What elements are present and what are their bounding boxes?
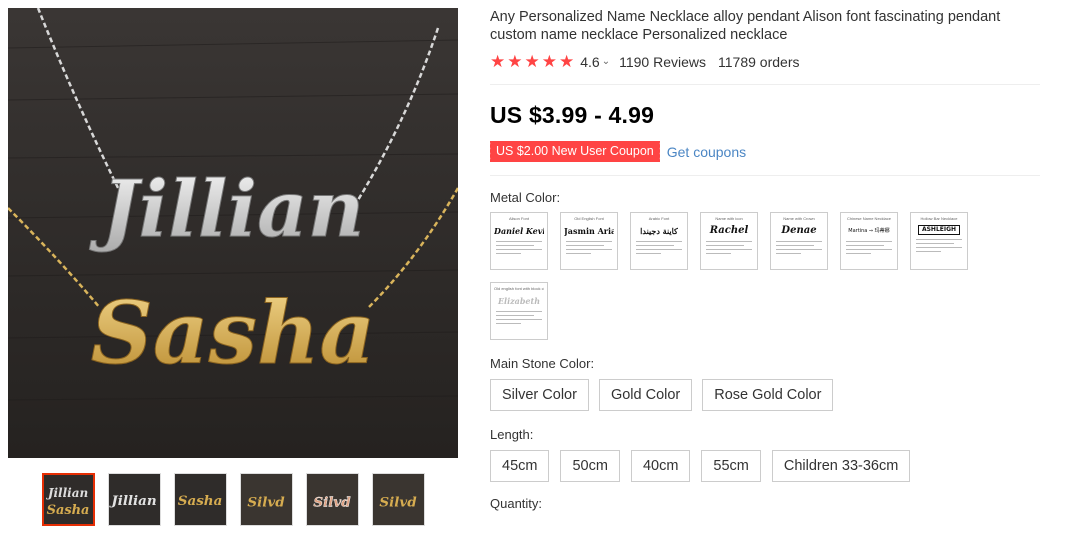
reviews-link[interactable]: 1190 Reviews [619,54,706,70]
thumb-text: Jillian [46,486,88,500]
swatch-heading: Hollow Bar Necklace [920,216,958,221]
swatch-sample-name: Daniel Kevin [494,226,544,236]
swatch-heading: Old English Font [574,216,604,221]
metal-option-old-english-font[interactable]: Old English Font Jasmin Ariana [560,212,618,270]
metal-option-block-chain[interactable]: Old english font with block chain Elizab… [490,282,548,340]
thumbnail-strip: Jillian Sasha Jillian Sasha Silvd Silvd … [42,473,425,526]
metal-color-label: Metal Color: [490,190,561,205]
swatch-heading: Chinese Name Necklace [846,216,892,221]
orders-count: 11789 orders [718,53,800,70]
swatch-heading: Arabic Font [648,216,670,221]
length-option-children[interactable]: Children 33-36cm [771,450,911,482]
thumbnail-4[interactable]: Silvd [240,473,293,526]
thumb-text: Sasha [47,503,90,518]
product-title: Any Personalized Name Necklace alloy pen… [490,9,1001,43]
metal-option-name-with-crown[interactable]: Name with Crown Denae [770,212,828,270]
swatch-heading: Name with icon [715,216,743,221]
rating-row: ★ ★ ★ ★ ★ 4.6 ⌄ 1190 Reviews 11789 order… [490,53,1045,70]
thumb-text: Jillian [109,493,157,509]
swatch-notes [564,241,614,254]
product-info: Any Personalized Name Necklace alloy pen… [488,8,1045,511]
chevron-down-icon[interactable]: ⌄ [602,56,610,67]
swatch-sample-name: Elizabeth [497,296,541,306]
coupon-row: US $2.00 New User Coupon Get coupons [488,141,1045,162]
swatch-sample-name: Jasmin Ariana [564,226,614,236]
star-icon: ★ [559,52,575,71]
swatch-notes [844,241,894,254]
swatch-notes [914,239,964,252]
price-range: US $3.99 - 4.99 [490,102,655,128]
swatch-sample-name: Rachel [709,225,749,236]
thumbnail-5[interactable]: Silvd [306,473,359,526]
new-user-coupon-badge[interactable]: US $2.00 New User Coupon [488,141,662,162]
pendant-name-1: Jillian [89,164,365,255]
swatch-sample-name: ASHLEIGH [918,225,960,235]
length-label: Length: [490,427,534,442]
metal-option-alison-font[interactable]: Alison Font Daniel Kevin [490,212,548,270]
metal-option-hollow-bar[interactable]: Hollow Bar Necklace ASHLEIGH [910,212,968,270]
thumbnail-6[interactable]: Silvd [372,473,425,526]
swatch-heading: Alison Font [508,216,529,221]
metal-option-name-with-icon[interactable]: Name with icon Rachel [700,212,758,270]
thumbnail-3[interactable]: Sasha [174,473,227,526]
thumbnail-2[interactable]: Jillian [108,473,161,526]
divider [490,84,1040,85]
star-icon: ★ [490,52,506,71]
length-option-45cm[interactable]: 45cm [490,450,550,482]
get-coupons-link[interactable]: Get coupons [667,144,746,160]
rating-stars[interactable]: ★ ★ ★ ★ ★ [490,53,574,70]
metal-option-chinese-name[interactable]: Chinese Name Necklace Martina ⇒ 玛蒂娜 [840,212,898,270]
thumb-text: Silvd [313,495,351,511]
rating-score[interactable]: 4.6 [580,54,599,70]
swatch-notes [774,241,824,254]
divider [490,175,1040,176]
swatch-notes [704,241,754,254]
main-product-image[interactable]: Jillian Sasha [8,8,458,458]
swatch-sample-name: Denae [781,225,817,236]
swatch-notes [494,241,544,254]
stone-option-gold[interactable]: Gold Color [598,379,693,411]
swatch-sample-name: كاينة دجيندا [640,226,678,236]
stone-option-rose-gold[interactable]: Rose Gold Color [702,379,834,411]
swatch-sample-name: Martina ⇒ 玛蒂娜 [848,228,890,234]
thumb-text: Silvd [379,495,417,511]
length-option-50cm[interactable]: 50cm [560,450,620,482]
main-stone-color-label: Main Stone Color: [490,356,595,371]
swatch-notes [634,241,684,254]
star-icon: ★ [541,52,557,71]
thumb-text: Silvd [247,495,285,511]
thumb-text: Sasha [178,493,223,509]
swatch-heading: Name with Crown [783,216,815,221]
length-option-55cm[interactable]: 55cm [701,450,761,482]
length-option-40cm[interactable]: 40cm [630,450,691,482]
star-icon: ★ [524,52,540,71]
star-icon: ★ [507,52,523,71]
length-options: 45cm 50cm 40cm 55cm Children 33-36cm [490,450,1045,482]
thumbnail-1[interactable]: Jillian Sasha [42,473,95,526]
quantity-label: Quantity: [490,496,543,511]
swatch-heading: Old english font with block chain [494,286,544,291]
stone-color-options: Silver Color Gold Color Rose Gold Color [490,379,1045,411]
stone-option-silver[interactable]: Silver Color [490,379,589,411]
metal-color-options: Alison Font Daniel Kevin Old English Fon… [490,212,990,340]
metal-option-arabic-font[interactable]: Arabic Font كاينة دجيندا [630,212,688,270]
swatch-notes [494,311,544,324]
pendant-name-2: Sasha [91,283,376,384]
